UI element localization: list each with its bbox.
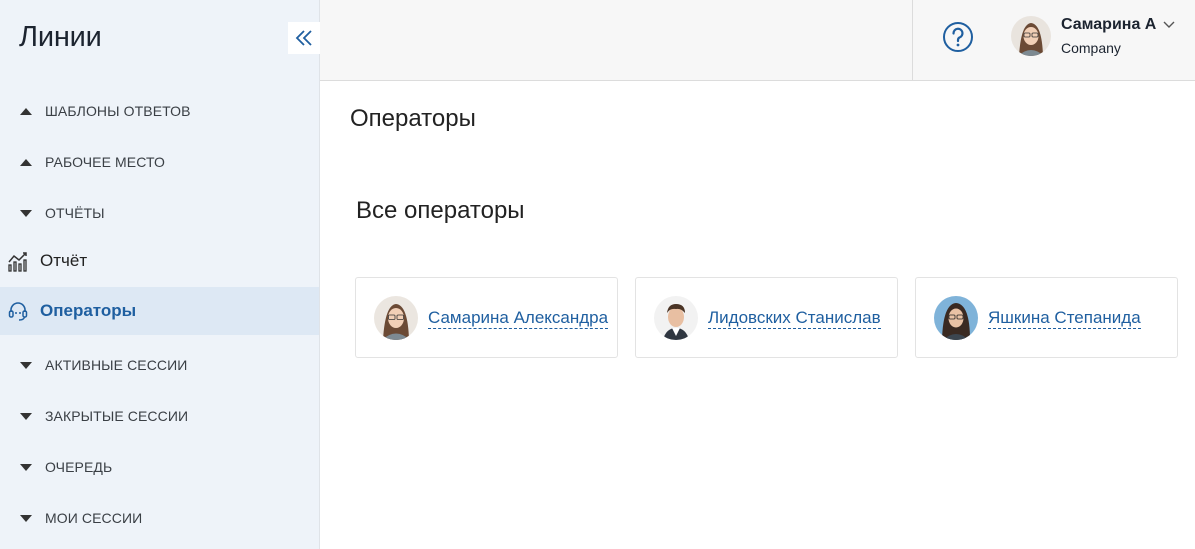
sidebar: Линии ШАБЛОНЫ ОТВЕТОВ РАБОЧЕЕ МЕСТО ОТЧЁ… (0, 0, 320, 549)
section-label: РАБОЧЕЕ МЕСТО (45, 154, 166, 170)
avatar (374, 295, 418, 340)
operator-name-link[interactable]: Яшкина Степанида (988, 307, 1141, 329)
user-company: Company (1061, 40, 1121, 56)
sidebar-item-label: Операторы (40, 301, 137, 320)
triangle-down-icon (20, 514, 32, 522)
section-label: ШАБЛОНЫ ОТВЕТОВ (45, 103, 191, 119)
help-button[interactable] (942, 21, 974, 53)
sidebar-title: Линии (19, 21, 102, 53)
avatar[interactable] (1011, 16, 1051, 56)
chart-icon (7, 250, 29, 272)
double-chevron-left-icon (295, 30, 312, 46)
section-active-sessions[interactable]: АКТИВНЫЕ СЕССИИ (0, 345, 319, 385)
user-name[interactable]: Самарина А (1061, 16, 1156, 34)
sidebar-item-label: Отчёт (40, 251, 88, 270)
triangle-down-icon (20, 209, 32, 217)
operator-name-link[interactable]: Лидовских Станислав (708, 307, 881, 329)
sidebar-item-operators[interactable]: Операторы (0, 287, 319, 335)
question-circle-icon (943, 22, 973, 52)
avatar (654, 295, 698, 340)
section-label: ЗАКРЫТЫЕ СЕССИИ (45, 408, 189, 424)
operator-card[interactable]: Самарина Александра (355, 277, 618, 358)
sidebar-item-report[interactable]: Отчёт (0, 237, 319, 285)
top-header: Самарина А Company (320, 0, 1195, 81)
chevron-down-icon (1163, 21, 1175, 28)
triangle-down-icon (20, 463, 32, 471)
section-my-sessions[interactable]: МОИ СЕССИИ (0, 498, 319, 538)
avatar (934, 295, 978, 340)
section-label: МОИ СЕССИИ (45, 510, 143, 526)
triangle-down-icon (20, 412, 32, 420)
section-closed-sessions[interactable]: ЗАКРЫТЫЕ СЕССИИ (0, 396, 319, 436)
section-title: Все операторы (356, 197, 525, 224)
section-reports[interactable]: ОТЧЁТЫ (0, 193, 319, 233)
triangle-down-icon (20, 361, 32, 369)
operator-card[interactable]: Лидовских Станислав (635, 277, 898, 358)
triangle-up-icon (20, 158, 32, 166)
operator-card[interactable]: Яшкина Степанида (915, 277, 1178, 358)
section-label: АКТИВНЫЕ СЕССИИ (45, 357, 188, 373)
operator-name-link[interactable]: Самарина Александра (428, 307, 609, 329)
section-label: ОТЧЁТЫ (45, 205, 105, 221)
user-menu-chevron[interactable] (1162, 18, 1176, 37)
triangle-up-icon (20, 107, 32, 115)
section-workplace[interactable]: РАБОЧЕЕ МЕСТО (0, 142, 319, 182)
headset-icon (7, 300, 29, 322)
section-answer-templates[interactable]: ШАБЛОНЫ ОТВЕТОВ (0, 91, 319, 131)
page-title: Операторы (350, 105, 476, 132)
section-queue[interactable]: ОЧЕРЕДЬ (0, 447, 319, 487)
section-label: ОЧЕРЕДЬ (45, 459, 113, 475)
header-divider (912, 0, 913, 80)
collapse-sidebar-button[interactable] (288, 22, 320, 54)
app: Линии ШАБЛОНЫ ОТВЕТОВ РАБОЧЕЕ МЕСТО ОТЧЁ… (0, 0, 1195, 549)
